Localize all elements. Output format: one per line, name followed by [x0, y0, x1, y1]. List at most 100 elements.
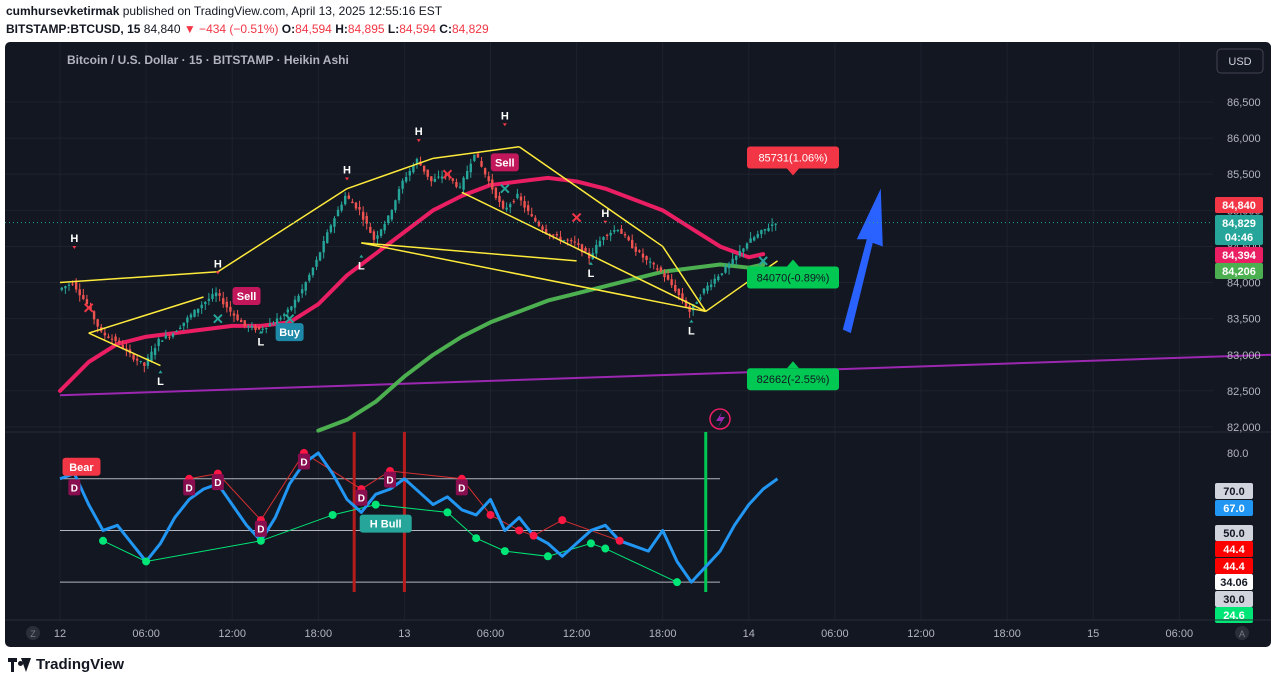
candle-body [351, 201, 354, 204]
time-axis-tick: 18:00 [649, 628, 677, 640]
rsi-bull-dot [543, 552, 552, 561]
swing-marker [215, 271, 220, 275]
candle-body [293, 299, 297, 308]
lightning-bolt-icon [716, 412, 725, 427]
candle-body [344, 195, 347, 205]
candle-body [699, 297, 702, 300]
candle-body [498, 195, 501, 202]
author-name[interactable]: cumhursevketirmak [6, 4, 119, 18]
price-axis-tick: 82,000 [1227, 422, 1261, 434]
swing-high-label: H [501, 110, 509, 122]
rsi-axis-badge-label: 44.4 [1223, 561, 1245, 573]
candle-body [530, 214, 533, 217]
rsi-bear-dot [515, 526, 524, 535]
candle-body [222, 298, 225, 305]
candle-body [437, 176, 440, 178]
candle-body [584, 247, 587, 252]
candle-body [727, 263, 731, 269]
target-pointer-icon [787, 259, 799, 267]
candle-body [462, 177, 465, 190]
tradingview-logo-icon [8, 657, 31, 672]
price-axis-tick: 83,500 [1227, 314, 1261, 326]
candle-body [132, 354, 135, 360]
rsi-bear-dot [486, 510, 495, 519]
candle-body [354, 202, 358, 209]
candle-body [114, 336, 117, 342]
candle-body [491, 179, 494, 190]
candle-body [702, 288, 706, 294]
candle-body [666, 275, 670, 280]
candle-body [229, 306, 232, 312]
candle-body [239, 319, 243, 323]
chart-canvas[interactable]: Bitcoin / U.S. Dollar · 15 · BITSTAMP · … [5, 42, 1271, 647]
candle-body [720, 273, 724, 275]
candle-body [634, 246, 637, 252]
candle-body [516, 193, 519, 199]
divergence-d-glyph: D [71, 483, 78, 494]
candle-body [627, 236, 630, 241]
candle-body [175, 331, 178, 333]
candle-body [315, 259, 318, 267]
cross-signal-icon [500, 183, 510, 194]
candle-body [752, 237, 756, 241]
price-axis-tick: 86,500 [1227, 97, 1261, 109]
candle-body [570, 240, 573, 242]
candle-body [648, 261, 652, 263]
candle-body [74, 281, 78, 290]
chart-frame[interactable]: Bitcoin / U.S. Dollar · 15 · BITSTAMP · … [5, 42, 1271, 647]
price-axis-tick: 82,500 [1227, 386, 1261, 398]
candle-body [193, 309, 196, 317]
candle-body [623, 234, 627, 236]
candle-body [455, 181, 458, 187]
candle-body [638, 250, 641, 252]
candle-body [78, 289, 81, 296]
swing-marker [345, 177, 349, 181]
candle-body [247, 326, 250, 328]
open-value: 84,594 [295, 22, 332, 36]
candle-body [261, 328, 264, 330]
swing-high-label: H [415, 126, 423, 138]
candle-body [157, 338, 160, 346]
auto-scale-glyph: A [1239, 629, 1245, 639]
rsi-bull-dot [472, 534, 481, 543]
signal-sell-label: Sell [237, 291, 257, 303]
candle-body [509, 204, 512, 208]
candle-body [390, 210, 394, 220]
candle-body [311, 267, 315, 276]
time-axis-tick: 12:00 [563, 628, 591, 640]
close-value: 84,829 [451, 22, 489, 36]
candle-body [110, 338, 114, 340]
candle-body [670, 279, 673, 286]
swing-low-label: L [157, 376, 164, 388]
candle-body [774, 223, 777, 225]
candle-body [713, 278, 716, 284]
candle-body [656, 268, 659, 270]
target-label: 82662(-2.55%) [757, 374, 830, 386]
rsi-axis-badge-label: 50.0 [1223, 528, 1244, 540]
candle-body [433, 178, 437, 182]
candle-body [505, 207, 508, 210]
price-axis-badge-label: 84,206 [1222, 266, 1256, 278]
price-axis-badge-label: 84,829 [1222, 218, 1256, 230]
swing-low-label: L [258, 337, 265, 349]
candle-body [458, 186, 462, 188]
ema_fast-line [58, 175, 766, 393]
candle-body [663, 273, 666, 278]
rsi-axis-badge-label: 44.4 [1223, 544, 1245, 556]
candle-body [369, 226, 372, 233]
divergence-d-glyph: D [358, 494, 365, 505]
price-axis-tick: 83,000 [1227, 350, 1261, 362]
candle-body [257, 326, 261, 330]
candle-body [272, 323, 275, 325]
trendline [59, 353, 1271, 397]
candle-body [304, 282, 307, 291]
time-axis-tick: 12 [54, 628, 66, 640]
candle-body [566, 239, 569, 241]
swing-marker [416, 139, 421, 143]
candle-body [613, 230, 616, 232]
footer-brand: TradingView [8, 656, 124, 673]
price-axis-tick: 84,000 [1227, 278, 1261, 290]
candle-body [465, 171, 469, 180]
rsi-axis-badge-label: 70.0 [1223, 486, 1244, 498]
rsi-bull-dot [371, 500, 380, 509]
